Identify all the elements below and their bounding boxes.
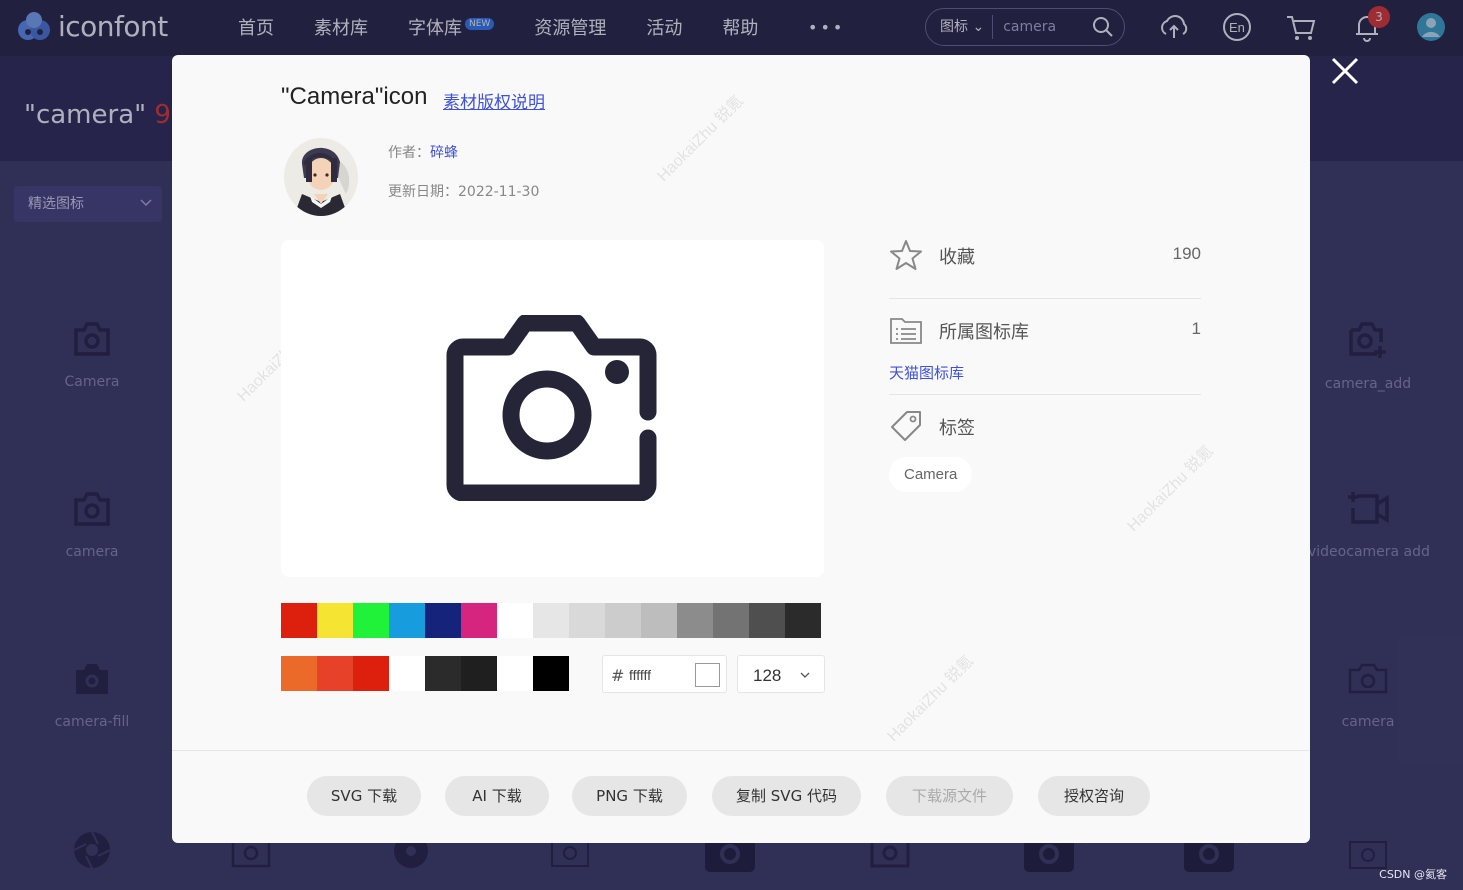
color-swatch[interactable] [461, 656, 497, 691]
color-swatch[interactable] [353, 656, 389, 691]
star-icon [890, 240, 922, 270]
color-swatch[interactable] [533, 656, 569, 691]
hex-color-input[interactable]: # ffffff [602, 655, 727, 693]
color-swatch[interactable] [281, 656, 317, 691]
update-date: 2022-11-30 [458, 184, 540, 200]
color-swatch[interactable] [389, 656, 425, 691]
color-swatches-row-1 [281, 603, 821, 638]
svg-download-button[interactable]: SVG 下载 [307, 776, 421, 816]
color-swatch[interactable] [497, 656, 533, 691]
color-swatch[interactable] [281, 603, 317, 638]
camera-icon [446, 315, 657, 501]
copy-svg-code-button[interactable]: 复制 SVG 代码 [712, 776, 861, 816]
close-icon[interactable] [1330, 56, 1360, 86]
color-swatch[interactable] [497, 603, 533, 638]
hex-value: ffffff [629, 667, 652, 683]
download-source-button[interactable]: 下载源文件 [886, 776, 1013, 816]
csdn-watermark: CSDN @氦客 [1379, 868, 1447, 881]
color-swatch[interactable] [605, 603, 641, 638]
divider [889, 298, 1201, 299]
color-swatch[interactable] [785, 603, 821, 638]
color-swatch[interactable] [317, 603, 353, 638]
color-swatch[interactable] [749, 603, 785, 638]
icon-preview [281, 240, 824, 577]
png-download-button[interactable]: PNG 下载 [572, 776, 687, 816]
library-list-icon [890, 318, 922, 344]
copyright-link[interactable]: 素材版权说明 [443, 88, 545, 113]
author-avatar[interactable] [284, 138, 358, 216]
date-label: 更新日期： [388, 184, 458, 200]
hex-prefix: # [611, 666, 625, 685]
license-inquiry-button[interactable]: 授权咨询 [1038, 776, 1150, 816]
watermark: HaokaiZhu 锐氪 [1124, 442, 1217, 536]
library-link[interactable]: 天猫图标库 [889, 362, 964, 383]
library-label: 所属图标库 [939, 322, 1029, 343]
size-value: 128 [753, 666, 782, 685]
library-count: 1 [1191, 319, 1201, 338]
author-label: 作者： [388, 145, 430, 161]
color-swatch[interactable] [317, 656, 353, 691]
date-line: 更新日期：2022-11-30 [388, 181, 539, 201]
favorite-row[interactable]: 收藏 190 [889, 238, 1201, 274]
color-swatch[interactable] [533, 603, 569, 638]
author-name-link[interactable]: 碎蜂 [430, 145, 458, 161]
size-select[interactable]: 128 [737, 655, 825, 693]
tags-row: 标签 [889, 409, 1201, 445]
color-swatch[interactable] [677, 603, 713, 638]
library-row: 所属图标库 1 [889, 313, 1201, 349]
color-swatches-row-2 [281, 656, 569, 691]
watermark: HaokaiZhu 锐氪 [884, 652, 977, 746]
author-line: 作者：碎蜂 [388, 142, 458, 162]
color-swatch[interactable] [569, 603, 605, 638]
tag-chip[interactable]: Camera [889, 457, 973, 492]
color-swatch[interactable] [425, 656, 461, 691]
favorite-label: 收藏 [939, 247, 975, 268]
divider [889, 394, 1201, 395]
color-swatch[interactable] [389, 603, 425, 638]
color-swatch[interactable] [641, 603, 677, 638]
chevron-down-icon [800, 672, 810, 678]
color-preview-swatch[interactable] [695, 663, 720, 687]
tag-icon [891, 411, 921, 441]
tags-label: 标签 [939, 418, 975, 439]
color-swatch[interactable] [353, 603, 389, 638]
watermark: HaokaiZhu 锐氪 [654, 92, 747, 186]
footer-divider [172, 750, 1310, 751]
icon-title: "Camera"icon [281, 83, 428, 110]
icon-detail-modal: HaokaiZhu 锐氪 HaokaiZhu 锐氪 HaokaiZhu 锐氪 H… [172, 55, 1310, 843]
avatar-image [284, 138, 358, 216]
color-swatch[interactable] [713, 603, 749, 638]
color-swatch[interactable] [425, 603, 461, 638]
ai-download-button[interactable]: AI 下载 [445, 776, 549, 816]
color-swatch[interactable] [461, 603, 497, 638]
favorite-count: 190 [1172, 244, 1201, 263]
